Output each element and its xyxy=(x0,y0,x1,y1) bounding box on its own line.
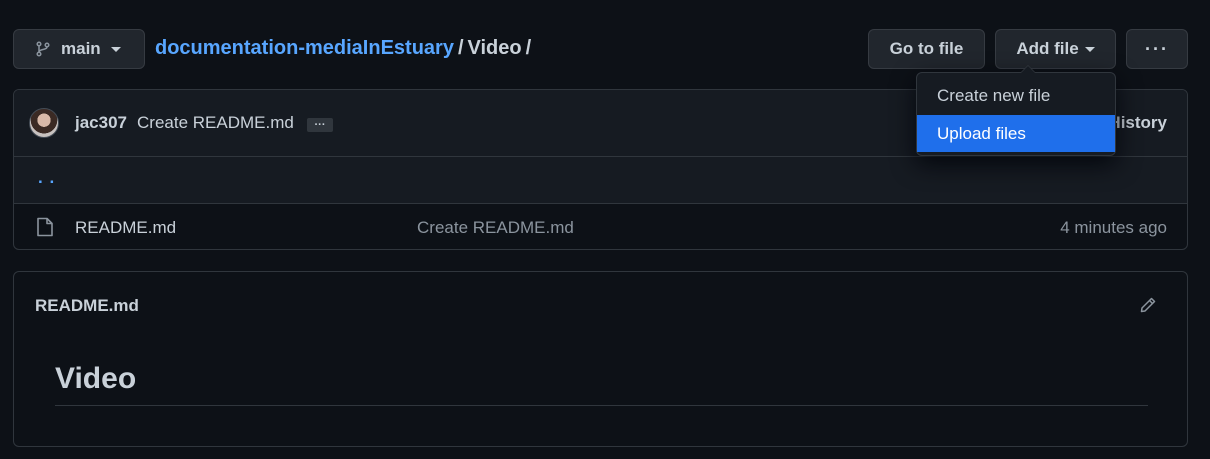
history-link[interactable]: History xyxy=(1108,113,1167,133)
more-options-button[interactable]: ··· xyxy=(1126,29,1188,69)
go-to-file-button[interactable]: Go to file xyxy=(868,29,985,69)
git-branch-icon xyxy=(36,41,50,57)
commit-message-link[interactable]: Create README.md xyxy=(137,113,294,133)
add-file-label: Add file xyxy=(1016,39,1079,58)
file-icon xyxy=(37,217,53,237)
breadcrumb-repo-link[interactable]: documentation-mediaInEstuary xyxy=(155,37,454,59)
expand-commit-button[interactable]: ··· xyxy=(307,118,333,132)
breadcrumb-separator: / xyxy=(525,37,532,59)
file-name-link[interactable]: README.md xyxy=(75,218,176,238)
file-commit-age: 4 minutes ago xyxy=(1060,218,1167,237)
add-file-menu: Create new file Upload files xyxy=(916,65,1116,156)
chevron-down-icon xyxy=(1084,46,1095,52)
avatar[interactable] xyxy=(29,108,59,138)
pencil-icon[interactable] xyxy=(1139,296,1157,314)
divider xyxy=(55,405,1148,406)
readme-heading: Video xyxy=(55,362,137,395)
add-file-button[interactable]: Add file xyxy=(995,29,1116,69)
parent-directory-link[interactable]: . . xyxy=(38,168,55,188)
readme-panel: README.md Video xyxy=(13,271,1188,447)
file-commit-message-link[interactable]: Create README.md xyxy=(417,218,574,238)
breadcrumb-separator: / xyxy=(457,37,464,59)
go-to-file-label: Go to file xyxy=(889,39,964,58)
menu-item-create-new-file[interactable]: Create new file xyxy=(917,77,1115,114)
kebab-horizontal-icon: ··· xyxy=(1145,38,1169,59)
readme-filename: README.md xyxy=(35,296,139,315)
commit-author-link[interactable]: jac307 xyxy=(75,113,127,133)
breadcrumb-current-dir: Video xyxy=(467,37,522,59)
table-row: README.md Create README.md 4 minutes ago xyxy=(14,204,1187,249)
branch-label: main xyxy=(61,39,101,58)
branch-select-button[interactable]: main xyxy=(13,29,145,69)
breadcrumb: documentation-mediaInEstuary / Video / xyxy=(155,37,535,60)
menu-item-upload-files[interactable]: Upload files xyxy=(917,115,1115,152)
chevron-down-icon xyxy=(110,46,121,52)
parent-directory-row[interactable]: . . xyxy=(14,157,1187,204)
